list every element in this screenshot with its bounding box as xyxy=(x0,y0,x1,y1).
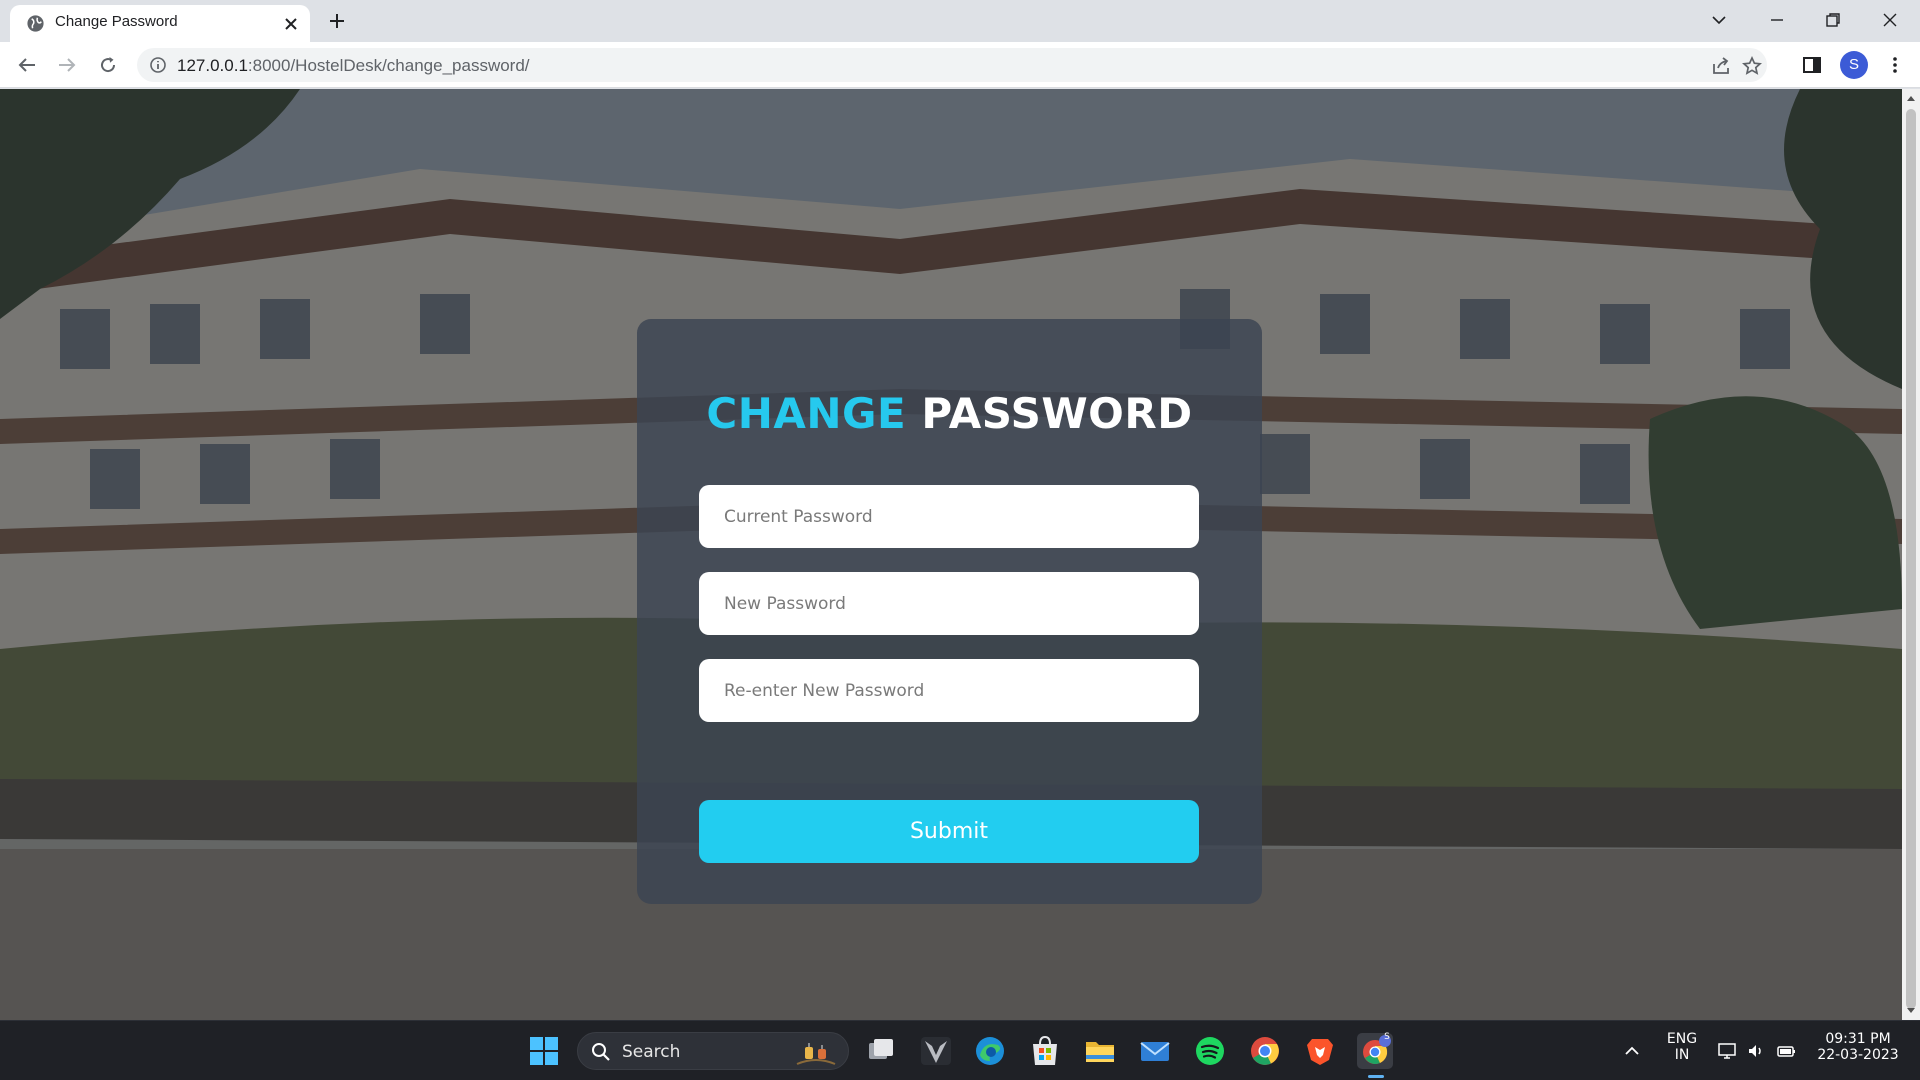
forward-icon[interactable] xyxy=(55,53,79,77)
clock-date: 22-03-2023 xyxy=(1817,1047,1899,1063)
chrome-profile-badge: S xyxy=(1384,1032,1390,1042)
change-password-card: CHANGE PASSWORD Submit xyxy=(637,319,1262,904)
bookmark-star-icon[interactable] xyxy=(1741,55,1763,77)
new-password-field[interactable] xyxy=(699,572,1199,635)
search-icon xyxy=(592,1043,610,1061)
taskbar-search[interactable]: Search xyxy=(577,1032,849,1070)
submit-button[interactable]: Submit xyxy=(699,800,1199,863)
reload-icon[interactable] xyxy=(96,53,120,77)
acer-game-app-icon[interactable] xyxy=(918,1033,954,1069)
new-tab-icon[interactable] xyxy=(326,10,348,32)
back-icon[interactable] xyxy=(15,53,39,77)
show-hidden-icons-chevron-icon[interactable] xyxy=(1622,1041,1642,1061)
url-host: 127.0.0.1 xyxy=(177,56,248,75)
side-panel-icon[interactable] xyxy=(1800,53,1824,77)
page-title: CHANGE PASSWORD xyxy=(637,389,1262,438)
clock-time: 09:31 PM xyxy=(1825,1031,1891,1047)
network-icon[interactable] xyxy=(1717,1041,1737,1061)
page-scrollbar[interactable] xyxy=(1902,89,1920,1020)
url-text[interactable]: 127.0.0.1:8000/HostelDesk/change_passwor… xyxy=(177,56,530,76)
volume-icon[interactable] xyxy=(1746,1041,1766,1061)
restore-icon[interactable] xyxy=(1821,8,1845,32)
close-tab-icon[interactable] xyxy=(282,15,300,33)
language-region: IN xyxy=(1674,1047,1690,1063)
edge-browser-icon[interactable] xyxy=(972,1033,1008,1069)
site-info-icon[interactable] xyxy=(149,56,167,74)
browser-menu-icon[interactable] xyxy=(1883,53,1907,77)
running-app-indicator xyxy=(1368,1075,1384,1078)
task-view-icon[interactable] xyxy=(863,1033,899,1069)
battery-icon[interactable] xyxy=(1776,1041,1796,1061)
url-path: :8000/HostelDesk/change_password/ xyxy=(247,56,530,75)
profile-avatar[interactable]: S xyxy=(1840,51,1868,79)
share-icon[interactable] xyxy=(1710,55,1732,77)
brave-browser-icon[interactable] xyxy=(1302,1033,1338,1069)
spotify-icon[interactable] xyxy=(1192,1033,1228,1069)
mail-icon[interactable] xyxy=(1137,1033,1173,1069)
scroll-up-icon[interactable] xyxy=(1907,95,1915,103)
language-code: ENG xyxy=(1666,1031,1698,1047)
scrollbar-thumb[interactable] xyxy=(1906,109,1916,1009)
tab-search-chevron-icon[interactable] xyxy=(1707,8,1731,32)
browser-tab-active[interactable]: Change Password xyxy=(10,5,310,42)
windows-taskbar: Search S ENG IN 09:31 PM 22-03-2023 xyxy=(0,1020,1920,1080)
chrome-icon[interactable] xyxy=(1247,1033,1283,1069)
search-highlight-lanterns-icon xyxy=(796,1043,836,1065)
tab-title: Change Password xyxy=(55,13,178,30)
microsoft-store-icon[interactable] xyxy=(1027,1033,1063,1069)
windows-start-icon[interactable] xyxy=(526,1033,562,1069)
globe-icon xyxy=(27,15,44,32)
language-indicator[interactable]: ENG IN xyxy=(1662,1031,1702,1063)
minimize-icon[interactable] xyxy=(1765,8,1789,32)
address-bar[interactable]: 127.0.0.1:8000/HostelDesk/change_passwor… xyxy=(137,48,1767,82)
close-window-icon[interactable] xyxy=(1878,8,1902,32)
confirm-password-field[interactable] xyxy=(699,659,1199,722)
taskbar-search-label: Search xyxy=(622,1042,681,1062)
clock[interactable]: 09:31 PM 22-03-2023 xyxy=(1808,1031,1908,1063)
browser-tabstrip: Change Password xyxy=(0,0,1920,42)
scroll-down-icon[interactable] xyxy=(1907,1006,1915,1014)
file-explorer-icon[interactable] xyxy=(1082,1033,1118,1069)
title-accent-word: CHANGE xyxy=(706,389,907,438)
current-password-field[interactable] xyxy=(699,485,1199,548)
title-rest-word: PASSWORD xyxy=(921,389,1193,438)
page-viewport: CHANGE PASSWORD Submit xyxy=(0,89,1902,1020)
browser-toolbar: 127.0.0.1:8000/HostelDesk/change_passwor… xyxy=(0,42,1920,88)
